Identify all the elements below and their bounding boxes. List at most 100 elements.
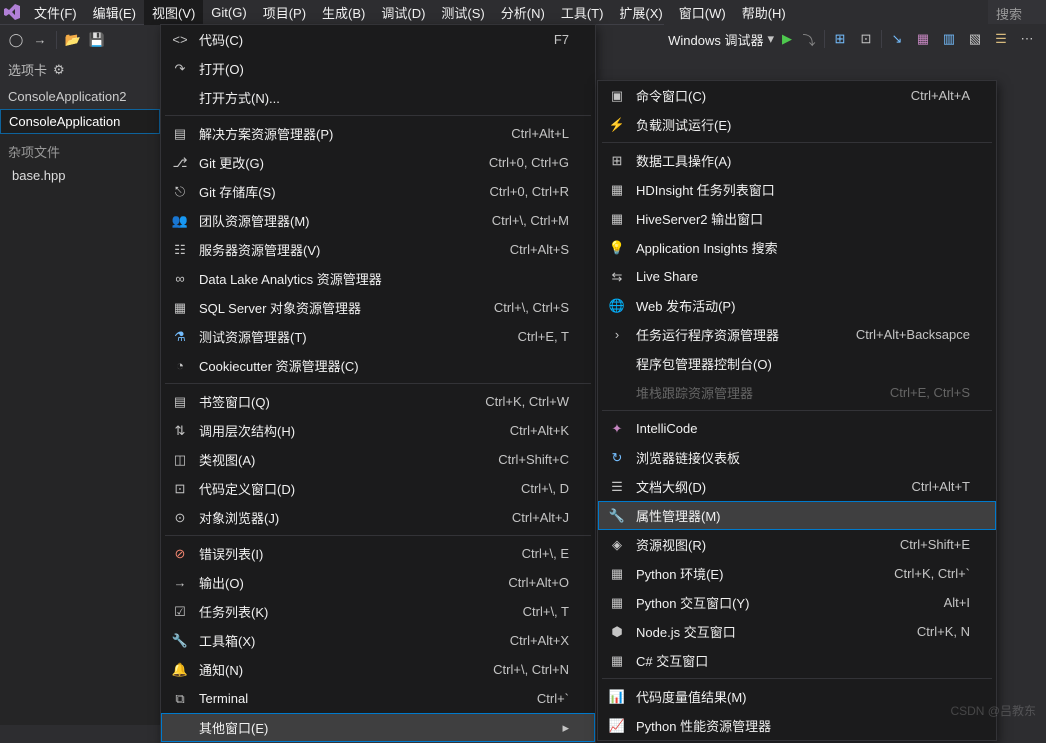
menu-item[interactable]: ☑任务列表(K)Ctrl+\, T [161, 597, 595, 626]
menu-test[interactable]: 测试(S) [433, 0, 492, 25]
open-file-icon[interactable]: 📂 [63, 30, 83, 50]
menu-item[interactable]: ↻浏览器链接仪表板 [598, 443, 996, 472]
menu-item[interactable]: 📈Python 性能资源管理器 [598, 711, 996, 740]
menu-shortcut: Ctrl+Alt+T [911, 479, 970, 494]
menu-item[interactable]: ∞Data Lake Analytics 资源管理器 [161, 264, 595, 293]
menu-item[interactable]: ☰文档大纲(D)Ctrl+Alt+T [598, 472, 996, 501]
menu-item-label: 浏览器链接仪表板 [636, 448, 970, 467]
menu-edit[interactable]: 编辑(E) [85, 0, 144, 25]
menu-item[interactable]: ↷打开(O) [161, 54, 595, 83]
menu-item-label: Live Share [636, 269, 970, 284]
menu-item[interactable]: 🔧工具箱(X)Ctrl+Alt+X [161, 626, 595, 655]
tool-icon-7[interactable]: ☰ [990, 28, 1012, 50]
menu-item[interactable]: ▦Python 环境(E)Ctrl+K, Ctrl+` [598, 559, 996, 588]
menu-item[interactable]: 🔧属性管理器(M) [598, 501, 996, 530]
menu-item[interactable]: →输出(O)Ctrl+Alt+O [161, 568, 595, 597]
menu-item[interactable]: ▦HDInsight 任务列表窗口 [598, 175, 996, 204]
menu-item-label: 工具箱(X) [199, 631, 490, 650]
gear-icon[interactable]: ⚙ [53, 62, 65, 78]
menu-view[interactable]: 视图(V) [144, 0, 203, 25]
sql-icon: ▦ [169, 299, 191, 317]
menu-item[interactable]: ✦IntelliCode [598, 414, 996, 443]
menu-file[interactable]: 文件(F) [26, 0, 85, 25]
step-icon[interactable]: ⤵ [798, 28, 820, 50]
menu-item[interactable]: ⬢Node.js 交互窗口Ctrl+K, N [598, 617, 996, 646]
datatool-icon: ⊞ [606, 152, 628, 170]
menu-item-label: 任务列表(K) [199, 602, 503, 621]
nav-back-icon[interactable]: ◯ [6, 30, 26, 50]
bookmark-icon: ▤ [169, 393, 191, 411]
menu-item[interactable]: 程序包管理器控制台(O) [598, 349, 996, 378]
menu-item[interactable]: ⎋Git 存储库(S)Ctrl+0, Ctrl+R [161, 177, 595, 206]
menu-item[interactable]: ◔Cookiecutter 资源管理器(C) [161, 351, 595, 380]
menu-item[interactable]: ⚡负载测试运行(E) [598, 110, 996, 139]
menu-shortcut: Ctrl+\, Ctrl+N [493, 662, 569, 677]
menu-item-label: 程序包管理器控制台(O) [636, 354, 970, 373]
menu-item[interactable]: ⊞ 数据工具操作(A) [598, 146, 996, 175]
menu-item[interactable]: ▦SQL Server 对象资源管理器Ctrl+\, Ctrl+S [161, 293, 595, 322]
menu-item[interactable]: ⇅调用层次结构(H)Ctrl+Alt+K [161, 416, 595, 445]
menu-git[interactable]: Git(G) [203, 2, 254, 23]
menu-item[interactable]: 其他窗口(E)▸ [161, 713, 595, 742]
menu-item[interactable]: ◈资源视图(R)Ctrl+Shift+E [598, 530, 996, 559]
tool-icon-2[interactable]: ⊡ [855, 28, 877, 50]
save-icon[interactable]: 💾 [87, 30, 107, 50]
menu-analyze[interactable]: 分析(N) [493, 0, 553, 25]
datalake-icon: ∞ [169, 270, 191, 288]
menu-item[interactable]: ▤解决方案资源管理器(P)Ctrl+Alt+L [161, 119, 595, 148]
menu-item[interactable]: ⇆Live Share [598, 262, 996, 291]
menu-item[interactable]: ⊡代码定义窗口(D)Ctrl+\, D [161, 474, 595, 503]
menu-item[interactable]: ▦HiveServer2 输出窗口 [598, 204, 996, 233]
debugger-target[interactable]: Windows 调试器 ▾ ▶ [664, 30, 796, 49]
menu-item-label: IntelliCode [636, 421, 970, 436]
menu-item[interactable]: ◫类视图(A)Ctrl+Shift+C [161, 445, 595, 474]
menu-extensions[interactable]: 扩展(X) [611, 0, 670, 25]
tool-icon-1[interactable]: ⊞ [829, 28, 851, 50]
menu-debug[interactable]: 调试(D) [373, 0, 433, 25]
menu-item[interactable]: 👥团队资源管理器(M)Ctrl+\, Ctrl+M [161, 206, 595, 235]
menu-item[interactable]: ⧉TerminalCtrl+` [161, 684, 595, 713]
menu-item[interactable]: 💡Application Insights 搜索 [598, 233, 996, 262]
loadtest-icon: ⚡ [606, 116, 628, 134]
menu-item[interactable]: 🔔通知(N)Ctrl+\, Ctrl+N [161, 655, 595, 684]
menu-item[interactable]: ⎇Git 更改(G)Ctrl+0, Ctrl+G [161, 148, 595, 177]
menu-item[interactable]: ▤书签窗口(Q)Ctrl+K, Ctrl+W [161, 387, 595, 416]
pyenv-icon: ▦ [606, 565, 628, 583]
tool-icon-4[interactable]: ▦ [912, 28, 934, 50]
tool-icon-3[interactable]: ↘ [886, 28, 908, 50]
menu-item[interactable]: 🌐Web 发布活动(P) [598, 291, 996, 320]
menu-shortcut: Ctrl+E, Ctrl+S [890, 385, 970, 400]
menu-item[interactable]: <>代码(C)F7 [161, 25, 595, 54]
menu-item[interactable]: ⊙对象浏览器(J)Ctrl+Alt+J [161, 503, 595, 532]
menu-window[interactable]: 窗口(W) [671, 0, 734, 25]
menu-item[interactable]: 📊代码度量值结果(M) [598, 682, 996, 711]
menu-item[interactable]: ▦Python 交互窗口(Y)Alt+I [598, 588, 996, 617]
menu-shortcut: Ctrl+Alt+S [510, 242, 569, 257]
nav-fwd-icon[interactable]: → [30, 30, 50, 50]
view-menu: <>代码(C)F7↷打开(O)打开方式(N)... ▤解决方案资源管理器(P)Ct… [160, 24, 596, 743]
wrench-icon: 🔧 [606, 507, 628, 525]
menu-build[interactable]: 生成(B) [314, 0, 373, 25]
tool-icon-8[interactable]: ⋯ [1016, 28, 1038, 50]
menu-item[interactable]: ▦C# 交互窗口 [598, 646, 996, 675]
doc-tab[interactable]: ConsoleApplication2 [0, 85, 160, 109]
solution-icon: ▤ [169, 125, 191, 143]
menu-item[interactable]: ⚗测试资源管理器(T)Ctrl+E, T [161, 322, 595, 351]
search-box[interactable]: 搜索 (Ct [988, 0, 1046, 24]
tool-icon-5[interactable]: ▥ [938, 28, 960, 50]
doc-tab-active[interactable]: ConsoleApplication [0, 109, 160, 134]
menu-item-label: 数据工具操作(A) [636, 151, 970, 170]
menu-help[interactable]: 帮助(H) [734, 0, 794, 25]
menu-item-label: Git 存储库(S) [199, 182, 470, 201]
menu-item[interactable]: ☷服务器资源管理器(V)Ctrl+Alt+S [161, 235, 595, 264]
menu-project[interactable]: 项目(P) [255, 0, 314, 25]
tool-icon-6[interactable]: ▧ [964, 28, 986, 50]
debug-play-icon[interactable]: ▶ [782, 31, 792, 47]
test-icon: ⚗ [169, 328, 191, 346]
menu-item[interactable]: ›任务运行程序资源管理器Ctrl+Alt+Backsapce [598, 320, 996, 349]
menu-item[interactable]: ⊘错误列表(I)Ctrl+\, E [161, 539, 595, 568]
menu-tools[interactable]: 工具(T) [553, 0, 612, 25]
menu-item[interactable]: ▣命令窗口(C)Ctrl+Alt+A [598, 81, 996, 110]
menu-item[interactable]: 打开方式(N)... [161, 83, 595, 112]
file-item[interactable]: base.hpp [0, 165, 160, 186]
